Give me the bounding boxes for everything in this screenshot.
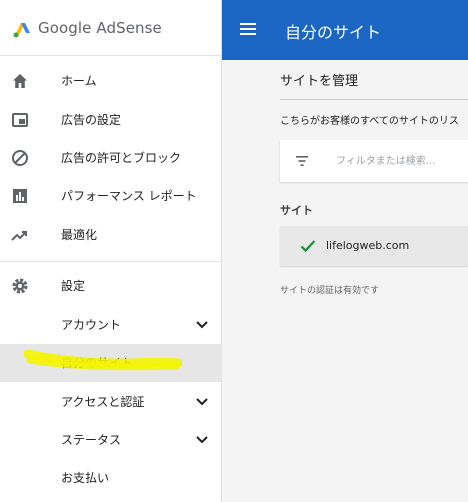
sidebar-item-label: 自分のサイト xyxy=(61,356,134,370)
sidebar-item-access-auth[interactable]: アクセスと認証 xyxy=(0,383,222,421)
sidebar-item-payments[interactable]: お支払い xyxy=(0,459,222,497)
sidebar-item-label: アカウント xyxy=(61,318,122,332)
filter-search-input[interactable] xyxy=(336,152,466,170)
gear-icon xyxy=(12,278,28,294)
bar-chart-icon xyxy=(13,189,27,203)
chevron-down-icon xyxy=(196,398,208,406)
sidebar-item-label: 広告の設定 xyxy=(61,113,122,127)
filter-bar xyxy=(280,140,468,182)
sidebar-item-label: パフォーマンス レポート xyxy=(61,189,197,203)
sidebar-item-label: 広告の許可とブロック xyxy=(61,151,182,165)
sidebar-item-optimization[interactable]: 最適化 xyxy=(0,216,222,254)
home-icon xyxy=(13,74,27,88)
sidebar-item-label: お支払い xyxy=(61,471,110,485)
site-domain: lifelogweb.com xyxy=(326,239,410,252)
app-header: 自分のサイト xyxy=(222,0,468,60)
sidebar-item-label: ステータス xyxy=(61,433,122,447)
adsense-logo-icon xyxy=(13,23,30,38)
sidebar-item-allow-block[interactable]: 広告の許可とブロック xyxy=(0,139,222,177)
section-divider xyxy=(280,99,468,100)
sidebar-item-label: アクセスと認証 xyxy=(61,395,145,409)
page-title: 自分のサイト xyxy=(285,23,382,42)
sidebar-item-status[interactable]: ステータス xyxy=(0,421,222,459)
hamburger-menu-icon[interactable] xyxy=(240,21,258,37)
sidebar-item-home[interactable]: ホーム xyxy=(0,62,222,100)
site-row[interactable]: lifelogweb.com xyxy=(280,226,468,266)
verification-status-text: サイトの認証は有効です xyxy=(280,286,380,296)
sidebar-item-label: 最適化 xyxy=(61,228,98,242)
chevron-down-icon xyxy=(196,321,208,329)
section-description: こちらがお客様のすべてのサイトのリス xyxy=(280,116,459,127)
sidebar-item-settings[interactable]: 設定 xyxy=(0,267,222,305)
section-title: サイトを管理 xyxy=(280,74,359,89)
chevron-down-icon xyxy=(196,436,208,444)
sidebar-item-ad-settings[interactable]: 広告の設定 xyxy=(0,101,222,139)
sites-header: サイト xyxy=(280,204,313,217)
sidebar: Google AdSense ホーム 広告の設定 広告の許可とブロック パフォー… xyxy=(0,0,222,502)
sidebar-item-account[interactable]: アカウント xyxy=(0,306,222,344)
brand-name: Google AdSense xyxy=(38,19,162,37)
brand-header: Google AdSense xyxy=(0,0,222,56)
trending-up-icon xyxy=(11,231,27,241)
block-icon xyxy=(12,150,28,166)
main-content: サイトを管理 こちらがお客様のすべてのサイトのリス サイト lifelogweb… xyxy=(222,60,468,502)
sidebar-item-my-sites[interactable]: 自分のサイト xyxy=(0,344,222,382)
sidebar-item-label: ホーム xyxy=(61,74,97,88)
filter-icon xyxy=(296,156,308,166)
check-icon xyxy=(300,240,316,253)
sidebar-item-label: 設定 xyxy=(61,279,86,293)
sidebar-divider xyxy=(0,261,222,262)
ad-settings-icon xyxy=(12,113,28,127)
sidebar-item-performance-report[interactable]: パフォーマンス レポート xyxy=(0,177,222,215)
